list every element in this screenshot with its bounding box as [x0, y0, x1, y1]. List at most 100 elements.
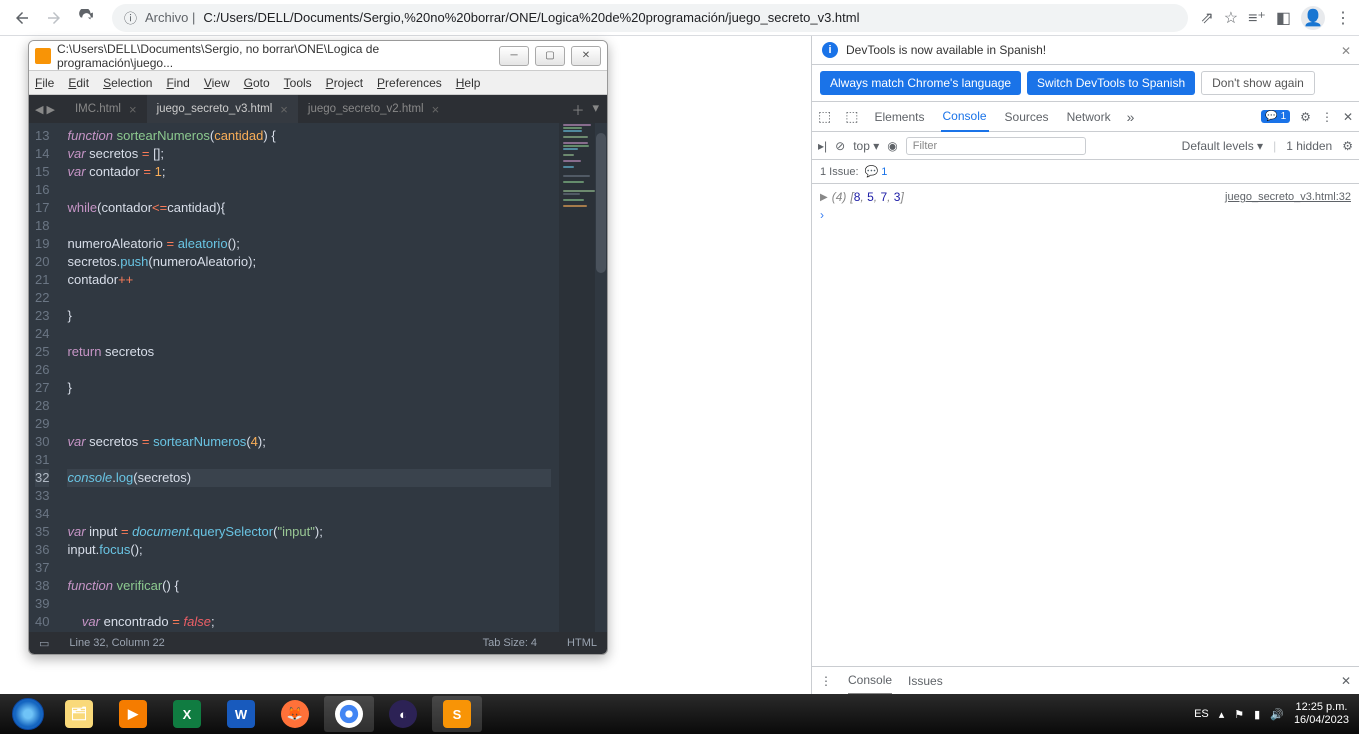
devtools-tab-sources[interactable]: Sources	[1003, 102, 1051, 132]
drawer-close-icon[interactable]: ✕	[1341, 674, 1351, 688]
minimize-button[interactable]: ─	[499, 46, 529, 66]
panel-switcher-icon[interactable]: ▭	[39, 637, 49, 650]
array-length: (4)	[832, 190, 847, 204]
menu-tools[interactable]: Tools	[284, 76, 312, 90]
taskbar-word[interactable]: W	[216, 696, 266, 732]
taskbar-excel[interactable]: X	[162, 696, 212, 732]
tab-close-icon[interactable]: ×	[432, 102, 440, 117]
device-toggle-icon[interactable]: ⬚	[845, 108, 858, 125]
devtools-tab-network[interactable]: Network	[1065, 102, 1113, 132]
tab-close-icon[interactable]: ×	[280, 102, 288, 117]
devtools-panel: i DevTools is now available in Spanish! …	[811, 36, 1359, 694]
sidebar-toggle-icon[interactable]: ▸|	[818, 139, 827, 153]
close-button[interactable]: ✕	[571, 46, 601, 66]
scrollbar-thumb[interactable]	[596, 133, 606, 273]
issue-badge[interactable]: 💬 1	[865, 165, 888, 178]
menu-project[interactable]: Project	[326, 76, 363, 90]
tray-expand-icon[interactable]: ▴	[1219, 708, 1225, 721]
reload-button[interactable]	[72, 4, 100, 32]
new-tab-button[interactable]: ＋	[571, 100, 584, 119]
taskbar-explorer[interactable]: 🗂	[54, 696, 104, 732]
window-title: C:\Users\DELL\Documents\Sergio, no borra…	[57, 42, 493, 70]
editor-tab[interactable]: IMC.html×	[65, 95, 147, 123]
cursor-position: Line 32, Column 22	[69, 637, 164, 649]
tab-nav-arrows[interactable]: ◀ ▶	[35, 103, 55, 116]
dont-show-button[interactable]: Don't show again	[1201, 71, 1315, 95]
live-expression-icon[interactable]: ◉	[887, 139, 897, 153]
profile-icon[interactable]: 👤	[1301, 6, 1325, 30]
clear-console-icon[interactable]: ⊘	[835, 139, 845, 153]
drawer-tab-issues[interactable]: Issues	[908, 667, 943, 695]
system-tray: ES ▴ ⚑ ▮ 🔊 12:25 p.m. 16/04/2023	[1194, 701, 1355, 727]
errors-badge[interactable]: 💬 1	[1261, 110, 1290, 123]
menu-find[interactable]: Find	[166, 76, 189, 90]
tab-size[interactable]: Tab Size: 4	[483, 637, 537, 649]
code-area[interactable]: function sortearNumeros(cantidad) {var s…	[59, 123, 559, 632]
hidden-count[interactable]: 1 hidden	[1286, 139, 1332, 153]
info-icon: i	[822, 42, 838, 58]
clock[interactable]: 12:25 p.m. 16/04/2023	[1294, 701, 1349, 727]
issues-label: 1 Issue:	[820, 166, 859, 178]
menu-file[interactable]: File	[35, 76, 54, 90]
start-button[interactable]	[4, 696, 52, 732]
console-prompt[interactable]: ›	[820, 206, 1351, 224]
url-prefix: Archivo |	[145, 10, 195, 25]
taskbar-sublime[interactable]: S	[432, 696, 482, 732]
taskbar-firefox[interactable]: 🦊	[270, 696, 320, 732]
inspect-icon[interactable]: ⬚	[818, 108, 831, 125]
side-panel-icon[interactable]: ◧	[1276, 8, 1291, 28]
back-button[interactable]	[8, 4, 36, 32]
menu-view[interactable]: View	[204, 76, 230, 90]
editor-tab[interactable]: juego_secreto_v3.html×	[147, 95, 298, 123]
close-devtools-icon[interactable]: ✕	[1343, 110, 1353, 124]
volume-icon[interactable]: 🔊	[1270, 708, 1284, 721]
settings-icon[interactable]: ⚙	[1300, 110, 1311, 124]
network-icon[interactable]: ▮	[1254, 708, 1260, 721]
menu-icon[interactable]: ⋮	[1335, 8, 1351, 28]
sublime-titlebar: C:\Users\DELL\Documents\Sergio, no borra…	[29, 41, 607, 71]
address-bar[interactable]: ⓘ Archivo | C:/Users/DELL/Documents/Serg…	[112, 4, 1188, 32]
editor-tab[interactable]: juego_secreto_v2.html×	[298, 95, 449, 123]
share-icon[interactable]: ⇗	[1200, 8, 1213, 28]
console-log-entry[interactable]: ▶ (4) [8, 5, 7, 3] juego_secreto_v3.html…	[820, 188, 1351, 206]
taskbar-media[interactable]: ▶	[108, 696, 158, 732]
sublime-app-icon	[35, 48, 51, 64]
console-output[interactable]: ▶ (4) [8, 5, 7, 3] juego_secreto_v3.html…	[812, 184, 1359, 666]
bookmark-icon[interactable]: ☆	[1224, 8, 1238, 28]
menu-edit[interactable]: Edit	[68, 76, 89, 90]
taskbar-eclipse[interactable]: ◐	[378, 696, 428, 732]
menu-goto[interactable]: Goto	[244, 76, 270, 90]
info-icon: ⓘ	[124, 8, 137, 27]
tab-close-icon[interactable]: ×	[129, 102, 137, 117]
menu-selection[interactable]: Selection	[103, 76, 152, 90]
playlist-icon[interactable]: ≡⁺	[1248, 8, 1266, 28]
devtools-tab-elements[interactable]: Elements	[872, 102, 926, 132]
issues-bar: 1 Issue: 💬 1	[812, 160, 1359, 184]
sublime-editor-window: C:\Users\DELL\Documents\Sergio, no borra…	[28, 40, 608, 655]
more-tabs-icon[interactable]: »	[1127, 109, 1135, 125]
drawer-tab-console[interactable]: Console	[848, 667, 892, 695]
filter-input[interactable]: Filter	[906, 137, 1086, 155]
banner-close-icon[interactable]: ✕	[1341, 44, 1351, 58]
menu-preferences[interactable]: Preferences	[377, 76, 442, 90]
forward-button[interactable]	[40, 4, 68, 32]
context-selector[interactable]: top ▾	[853, 139, 879, 153]
more-icon[interactable]: ⋮	[1321, 110, 1333, 124]
switch-language-button[interactable]: Switch DevTools to Spanish	[1027, 71, 1195, 95]
menu-help[interactable]: Help	[456, 76, 481, 90]
source-link[interactable]: juego_secreto_v3.html:32	[1225, 191, 1351, 203]
editor-tabs: ◀ ▶ IMC.html×juego_secreto_v3.html×juego…	[29, 95, 607, 123]
line-gutter: 1314151617181920212223242526272829303132…	[29, 123, 59, 632]
maximize-button[interactable]: ▢	[535, 46, 565, 66]
taskbar-chrome[interactable]	[324, 696, 374, 732]
levels-selector[interactable]: Default levels ▾	[1182, 139, 1263, 153]
devtools-tab-console[interactable]: Console	[941, 102, 989, 132]
console-settings-icon[interactable]: ⚙	[1342, 139, 1353, 153]
action-center-icon[interactable]: ⚑	[1234, 708, 1244, 721]
syntax-mode[interactable]: HTML	[567, 637, 597, 649]
drawer-menu-icon[interactable]: ⋮	[820, 674, 832, 688]
expand-icon[interactable]: ▶	[820, 192, 828, 203]
tab-dropdown-icon[interactable]: ▾	[592, 100, 599, 119]
language-indicator[interactable]: ES	[1194, 708, 1209, 720]
always-match-button[interactable]: Always match Chrome's language	[820, 71, 1021, 95]
